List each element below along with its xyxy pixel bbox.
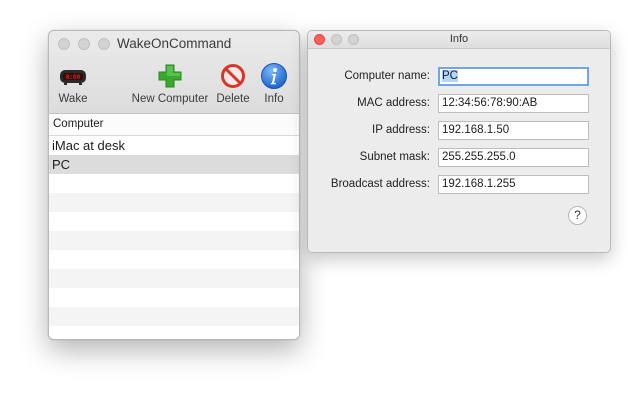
- subnet-mask-label: Subnet mask:: [359, 151, 430, 163]
- broadcast-address-row: Broadcast address: 192.168.1.255: [308, 175, 610, 195]
- alarm-clock-icon: 8:00: [53, 61, 93, 91]
- empty-row: [49, 307, 299, 326]
- info-button[interactable]: Info: [257, 61, 291, 105]
- window-title: WakeOnCommand: [117, 36, 232, 51]
- delete-label: Delete: [216, 93, 250, 105]
- ip-address-field[interactable]: 192.168.1.50: [438, 121, 589, 140]
- minimize-window-button[interactable]: [78, 38, 90, 50]
- wake-label: Wake: [58, 93, 88, 105]
- table-row[interactable]: PC: [49, 155, 299, 174]
- empty-row: [49, 269, 299, 288]
- computer-name-row: Computer name: PC: [308, 67, 610, 87]
- empty-row: [49, 231, 299, 250]
- mac-address-field[interactable]: 12:34:56:78:90:AB: [438, 94, 589, 113]
- info-icon: [257, 61, 291, 91]
- ip-address-row: IP address: 192.168.1.50: [308, 121, 610, 141]
- column-header-computer[interactable]: Computer: [49, 114, 299, 136]
- empty-row: [49, 250, 299, 269]
- close-window-button[interactable]: [58, 38, 70, 50]
- wake-button[interactable]: 8:00 Wake: [53, 61, 93, 105]
- computer-name-value: PC: [442, 70, 458, 82]
- no-entry-icon: [213, 61, 253, 91]
- info-label: Info: [264, 93, 284, 105]
- mac-address-row: MAC address: 12:34:56:78:90:AB: [308, 94, 610, 114]
- info-window-title: Info: [449, 33, 469, 45]
- main-window: WakeOnCommand 8:00 Wake New Computer Del…: [48, 30, 300, 340]
- table-row[interactable]: iMac at desk: [49, 136, 299, 155]
- help-icon[interactable]: ?: [568, 206, 587, 225]
- computer-table: Computer iMac at desk PC: [49, 114, 299, 339]
- delete-button[interactable]: Delete: [213, 61, 253, 105]
- subnet-mask-field[interactable]: 255.255.255.0: [438, 148, 589, 167]
- plus-icon: [129, 61, 211, 91]
- mac-address-label: MAC address:: [357, 97, 430, 109]
- window-controls: [58, 38, 110, 50]
- info-titlebar: Info: [308, 31, 610, 49]
- broadcast-address-field[interactable]: 192.168.1.255: [438, 175, 589, 194]
- zoom-window-button[interactable]: [98, 38, 110, 50]
- subnet-mask-row: Subnet mask: 255.255.255.0: [308, 148, 610, 168]
- empty-row: [49, 326, 299, 339]
- ip-address-label: IP address:: [372, 124, 430, 136]
- empty-row: [49, 288, 299, 307]
- main-titlebar: WakeOnCommand 8:00 Wake New Computer Del…: [49, 31, 299, 114]
- svg-text:8:00: 8:00: [66, 74, 81, 81]
- empty-row: [49, 212, 299, 231]
- new-computer-label: New Computer: [131, 93, 209, 105]
- broadcast-address-label: Broadcast address:: [330, 178, 430, 190]
- empty-row: [49, 193, 299, 212]
- new-computer-button[interactable]: New Computer: [129, 61, 211, 105]
- computer-name-label: Computer name:: [344, 70, 430, 82]
- info-window: Info Computer name: PC MAC address: 12:3…: [307, 30, 611, 253]
- empty-row: [49, 174, 299, 193]
- computer-name-field[interactable]: PC: [438, 67, 589, 86]
